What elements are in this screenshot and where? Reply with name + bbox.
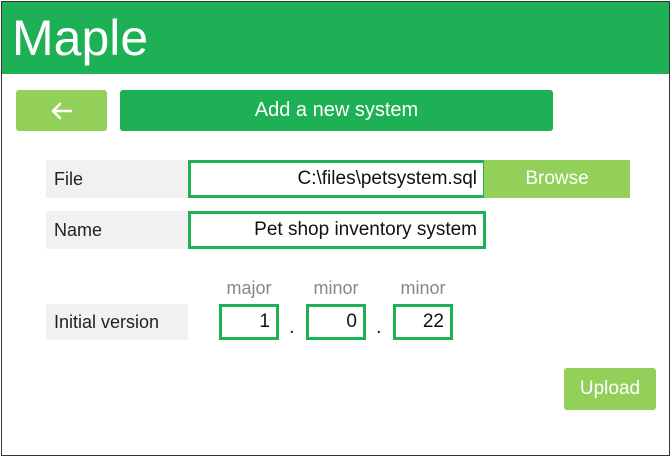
browse-button[interactable]: Browse (484, 160, 630, 198)
version-minor-header: minor (313, 278, 359, 298)
version-minor-input[interactable]: 0 (306, 304, 366, 340)
app-window: Maple Add a new system File C:\files\pet… (1, 1, 670, 456)
page-title: Add a new system (120, 90, 553, 131)
file-label: File (46, 160, 188, 198)
version-major-header: major (226, 278, 272, 298)
app-header: Maple (2, 2, 669, 74)
upload-button[interactable]: Upload (564, 368, 656, 410)
version-patch-header: minor (400, 278, 446, 298)
version-separator: . (289, 316, 295, 338)
name-field[interactable]: Pet shop inventory system (188, 211, 486, 249)
app-logo: Maple (12, 10, 149, 66)
arrow-left-icon (51, 102, 72, 119)
version-separator: . (376, 316, 382, 338)
name-label: Name (46, 211, 188, 249)
version-major-input[interactable]: 1 (219, 304, 279, 340)
back-button[interactable] (16, 90, 107, 131)
file-path-field[interactable]: C:\files\petsystem.sql (188, 160, 486, 198)
initial-version-label: Initial version (46, 304, 188, 340)
version-patch-input[interactable]: 22 (393, 304, 453, 340)
